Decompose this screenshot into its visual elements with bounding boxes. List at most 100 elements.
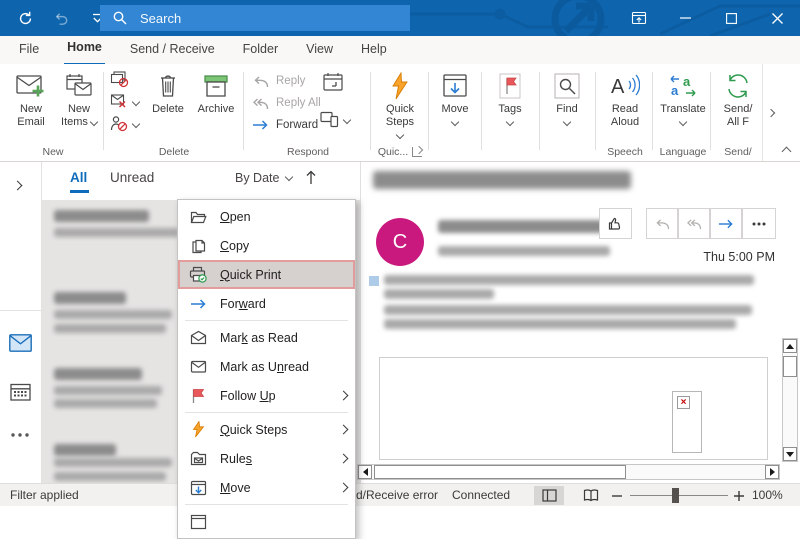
reply-all-button[interactable]: Reply All [252, 92, 321, 114]
scroll-down-button[interactable] [783, 447, 797, 461]
menu-separator [185, 504, 348, 505]
move-button[interactable]: Move [432, 69, 478, 129]
maximize-button[interactable] [708, 0, 754, 36]
forward-button[interactable]: Forward [252, 114, 321, 136]
vertical-scrollbar[interactable] [782, 338, 798, 462]
menu-item-quick-steps[interactable]: Quick Steps [178, 415, 355, 444]
menu-item-forward[interactable]: Forward [178, 289, 355, 318]
search-icon [112, 10, 128, 26]
group-label-speech: Speech [607, 146, 643, 158]
reply-button[interactable]: Reply [252, 70, 321, 92]
tab-file[interactable]: File [16, 36, 42, 64]
menu-item-move[interactable]: Move [178, 473, 355, 502]
dialog-launcher-icon[interactable] [412, 147, 423, 157]
send-receive-all-button[interactable]: Send/All F [715, 69, 761, 129]
tab-send-receive[interactable]: Send / Receive [127, 36, 218, 64]
undo-icon[interactable] [48, 3, 74, 33]
sender-avatar[interactable]: C [376, 218, 424, 266]
search-box[interactable] [100, 5, 410, 31]
search-input[interactable] [138, 9, 372, 27]
chevron-down-icon [395, 130, 405, 140]
like-button[interactable] [599, 208, 632, 239]
menu-item-mark-as-read[interactable]: Mark as Read [178, 323, 355, 352]
submenu-chevron-icon [338, 453, 349, 464]
translate-label: Translate [660, 103, 706, 129]
tags-button[interactable]: Tags [487, 69, 533, 129]
blurred-sender [54, 292, 126, 304]
meeting-button[interactable] [322, 72, 344, 92]
nav-mail-icon[interactable] [9, 334, 32, 352]
junk-button[interactable] [110, 112, 141, 134]
blurred-preview [54, 324, 166, 333]
reading-view-button[interactable] [576, 486, 606, 505]
normal-view-button[interactable] [534, 486, 564, 505]
clean-up-button[interactable] [110, 90, 141, 112]
new-email-icon [16, 69, 46, 103]
quick-steps-button[interactable]: Quick Steps [375, 69, 425, 142]
read-aloud-button[interactable]: A Read Aloud [600, 69, 650, 129]
close-button[interactable] [754, 0, 800, 36]
forward-button-pane[interactable] [710, 208, 742, 239]
delete-button[interactable]: Delete [144, 69, 192, 116]
scroll-up-button[interactable] [783, 339, 797, 353]
message-list-header: All Unread By Date [42, 162, 360, 200]
chevron-down-icon [89, 117, 99, 127]
menu-item-partial[interactable] [178, 507, 355, 536]
more-respond-actions-button[interactable] [320, 108, 352, 130]
ribbon-scroll-right-button[interactable] [762, 64, 778, 161]
ribbon-group-new: New Email New Items New [4, 64, 102, 161]
archive-label: Archive [197, 103, 235, 115]
tab-home[interactable]: Home [64, 35, 105, 66]
sort-direction-button[interactable] [305, 170, 317, 185]
zoom-level[interactable]: 100% [752, 488, 783, 502]
reply-button-pane[interactable] [646, 208, 678, 239]
chevron-down-icon [131, 97, 141, 107]
menu-item-label: Forward [220, 296, 266, 311]
nav-calendar-icon[interactable] [10, 382, 31, 401]
group-label-send-receive: Send/ [724, 146, 752, 158]
menu-item-mark-as-unread[interactable]: Mark as Unread [178, 352, 355, 381]
send-receive-status[interactable]: d/Receive error [356, 488, 438, 502]
zoom-slider-track[interactable] [630, 495, 728, 496]
menu-item-quick-print[interactable]: Quick Print [178, 260, 355, 289]
menu-item-follow-up[interactable]: Follow Up [178, 381, 355, 410]
scroll-right-button[interactable] [765, 465, 779, 479]
filter-tab-unread[interactable]: Unread [110, 170, 154, 185]
sync-icon[interactable] [12, 3, 38, 33]
new-items-button[interactable]: New Items [56, 69, 102, 129]
zoom-in-button[interactable] [732, 486, 746, 505]
tab-view[interactable]: View [303, 36, 336, 64]
zoom-out-button[interactable] [610, 486, 624, 505]
collapse-ribbon-button[interactable] [778, 143, 794, 157]
blurred-preview [54, 472, 166, 481]
ignore-button[interactable] [110, 68, 139, 90]
zoom-slider-thumb[interactable] [672, 488, 679, 503]
menu-item-copy[interactable]: Copy [178, 231, 355, 260]
menu-item-open[interactable]: Open [178, 202, 355, 231]
group-separator [243, 72, 244, 150]
reply-all-button-pane[interactable] [678, 208, 710, 239]
group-label-new: New [42, 146, 64, 158]
expand-folder-pane-button[interactable] [12, 178, 23, 192]
archive-button[interactable]: Archive [192, 69, 240, 116]
minimize-button[interactable] [662, 0, 708, 36]
horizontal-scroll-thumb[interactable] [374, 465, 626, 479]
filter-tab-all[interactable]: All [70, 170, 87, 185]
more-actions-button[interactable] [742, 208, 776, 239]
sort-by-dropdown[interactable]: By Date [235, 171, 294, 185]
vertical-scroll-thumb[interactable] [783, 356, 797, 377]
tab-help[interactable]: Help [358, 36, 390, 64]
chevron-right-icon [766, 108, 775, 117]
ribbon-group-find: Find [543, 64, 591, 161]
new-email-button[interactable]: New Email [8, 69, 54, 129]
horizontal-scrollbar[interactable] [357, 464, 780, 480]
ribbon-display-options-icon[interactable] [616, 0, 662, 36]
blurred-sender [54, 210, 149, 222]
outlook-window: { "colors": { "titlebar_blue": "#0E65AE"… [0, 0, 800, 539]
tab-folder[interactable]: Folder [240, 36, 281, 64]
menu-item-rules[interactable]: Rules [178, 444, 355, 473]
nav-more-apps-icon[interactable] [10, 432, 30, 438]
translate-button[interactable]: a a Translate [658, 69, 708, 129]
find-button[interactable]: Find [544, 69, 590, 129]
scroll-left-button[interactable] [358, 465, 372, 479]
